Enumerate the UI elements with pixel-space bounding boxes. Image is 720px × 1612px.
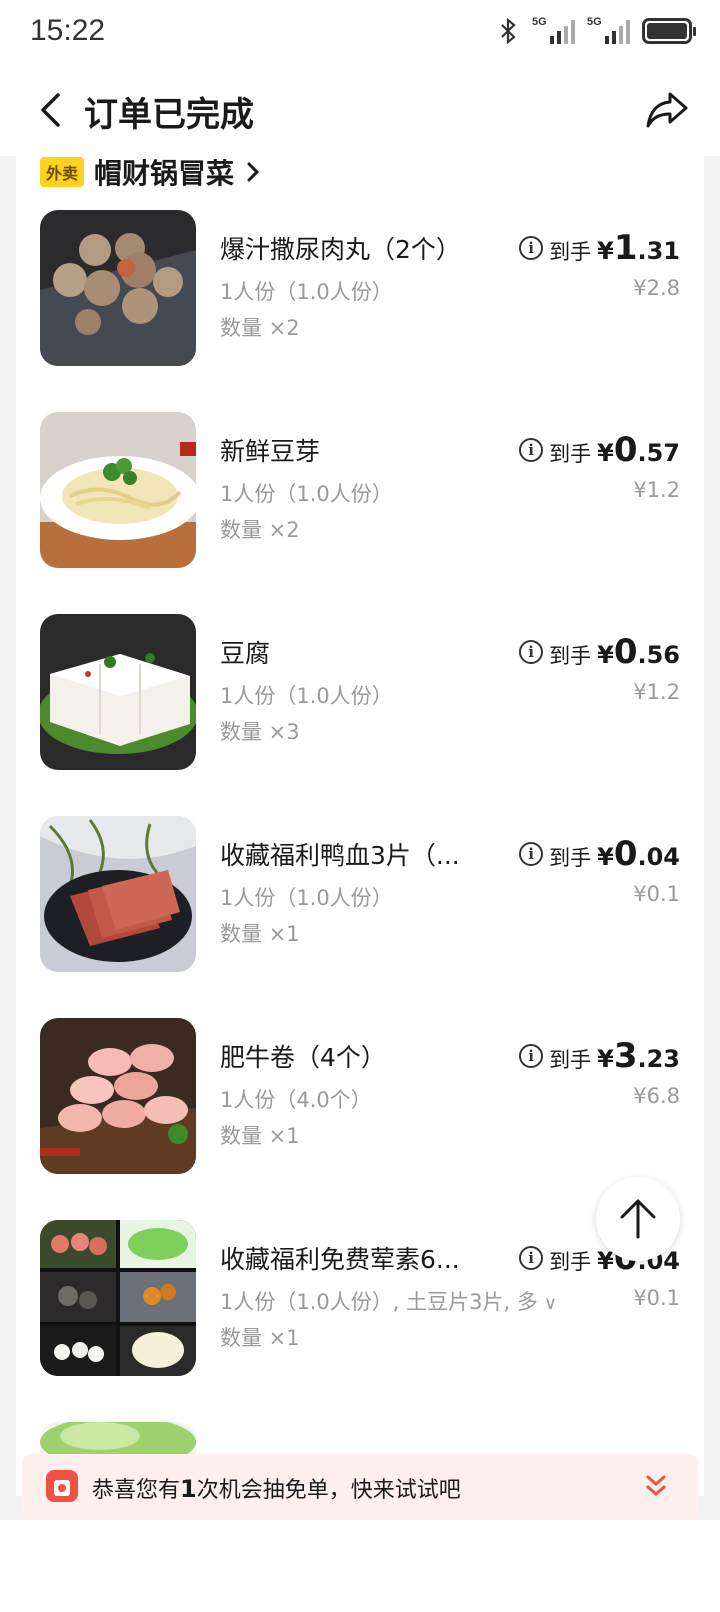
order-items-card: 外卖 帽财锅冒菜 爆汁撒尿肉丸（2个） 1人份（1.0人份） 数量 ×2 i 到… — [16, 156, 704, 1496]
info-icon[interactable]: i — [519, 438, 544, 462]
share-icon[interactable] — [644, 86, 690, 132]
price-row: i 到手 ¥0.04 — [519, 834, 680, 874]
original-price: ¥0.1 — [633, 882, 680, 906]
nav-bar: 订单已完成 — [0, 70, 720, 156]
tofu-image — [40, 614, 196, 770]
original-price: ¥2.8 — [633, 276, 680, 300]
item-spec: 1人份（1.0人份）, 土豆片3片, 多 ∨ — [220, 1290, 558, 1314]
duck-blood-image — [40, 816, 196, 972]
item-spec: 1人份（4.0个） — [220, 1088, 372, 1112]
item-name: 爆汁撒尿肉丸（2个） — [220, 235, 461, 264]
double-chevron-down-icon[interactable] — [644, 1472, 668, 1500]
info-icon[interactable]: i — [519, 842, 544, 866]
info-icon[interactable]: i — [519, 1246, 544, 1270]
info-icon[interactable]: i — [519, 236, 544, 260]
page-title: 订单已完成 — [84, 95, 254, 135]
price-row: i 到手 ¥3.23 — [519, 1036, 680, 1076]
status-time: 15:22 — [30, 14, 106, 47]
order-item[interactable]: 收藏福利免费荤素6... 1人份（1.0人份）, 土豆片3片, 多 ∨ 数量 ×1… — [16, 1220, 704, 1380]
arrow-up-icon — [620, 1199, 656, 1239]
delivery-badge: 外卖 — [40, 157, 85, 187]
info-icon[interactable]: i — [519, 640, 544, 664]
price-row: i 到手 ¥0.57 — [519, 430, 680, 470]
bluetooth-icon — [501, 18, 516, 44]
order-item[interactable]: 新鲜豆芽 1人份（1.0人份） 数量 ×2 i 到手 ¥0.57 ¥1.2 — [16, 412, 704, 572]
item-quantity: 数量 ×3 — [220, 720, 300, 744]
info-icon[interactable]: i — [519, 1044, 544, 1068]
item-quantity: 数量 ×1 — [220, 922, 300, 946]
item-name: 新鲜豆芽 — [220, 437, 321, 466]
item-spec: 1人份（1.0人份） — [220, 482, 393, 506]
item-quantity: 数量 ×1 — [220, 1124, 300, 1148]
back-button[interactable] — [28, 88, 72, 132]
promo-text: 恭喜您有1次机会抽免单，快来试试吧 — [92, 1475, 461, 1503]
item-spec: 1人份（1.0人份） — [220, 886, 393, 910]
order-item[interactable]: 豆腐 1人份（1.0人份） 数量 ×3 i 到手 ¥0.56 ¥1.2 — [16, 614, 704, 774]
price-row: i 到手 ¥1.31 — [519, 228, 680, 268]
original-price: ¥1.2 — [633, 680, 680, 704]
status-icons: 5G 5G — [496, 16, 696, 44]
meatball-image — [40, 210, 196, 366]
beef-roll-image — [40, 1018, 196, 1174]
expand-chevron-icon[interactable]: ∨ — [544, 1293, 557, 1314]
back-arrow-icon — [41, 93, 60, 127]
item-name: 收藏福利免费荤素6... — [220, 1245, 460, 1274]
combo-platter-image — [40, 1220, 196, 1376]
shop-name: 帽财锅冒菜 — [94, 157, 235, 190]
scroll-to-top-button[interactable] — [596, 1177, 680, 1261]
order-item[interactable]: 肥牛卷（4个） 1人份（4.0个） 数量 ×1 i 到手 ¥3.23 ¥6.8 — [16, 1018, 704, 1178]
bean-sprouts-image — [40, 412, 196, 568]
bottom-area — [0, 1520, 720, 1612]
order-item[interactable]: 收藏福利鸭血3片（... 1人份（1.0人份） 数量 ×1 i 到手 ¥0.04… — [16, 816, 704, 976]
item-spec: 1人份（1.0人份） — [220, 684, 393, 708]
original-price: ¥6.8 — [633, 1084, 680, 1108]
item-quantity: 数量 ×2 — [220, 518, 300, 542]
free-order-banner[interactable]: 恭喜您有1次机会抽免单，快来试试吧 — [22, 1454, 698, 1520]
signal-icon-2: 5G — [587, 16, 630, 44]
original-price: ¥0.1 — [633, 1286, 680, 1310]
price-row: i 到手 ¥0.56 — [519, 632, 680, 672]
order-item[interactable]: 爆汁撒尿肉丸（2个） 1人份（1.0人份） 数量 ×2 i 到手 ¥1.31 ¥… — [16, 210, 704, 370]
status-bar: 15:22 5G 5G — [0, 0, 720, 70]
item-name: 豆腐 — [220, 639, 271, 668]
shop-header[interactable]: 外卖 帽财锅冒菜 — [40, 156, 262, 192]
chevron-right-icon — [247, 162, 260, 182]
gift-box-icon — [46, 1470, 78, 1502]
item-spec: 1人份（1.0人份） — [220, 280, 393, 304]
item-quantity: 数量 ×1 — [220, 1326, 300, 1350]
item-name: 收藏福利鸭血3片（... — [220, 841, 460, 870]
item-quantity: 数量 ×2 — [220, 316, 300, 340]
battery-icon — [642, 18, 696, 44]
original-price: ¥1.2 — [633, 478, 680, 502]
item-name: 肥牛卷（4个） — [220, 1043, 386, 1072]
signal-icon: 5G — [532, 16, 575, 44]
